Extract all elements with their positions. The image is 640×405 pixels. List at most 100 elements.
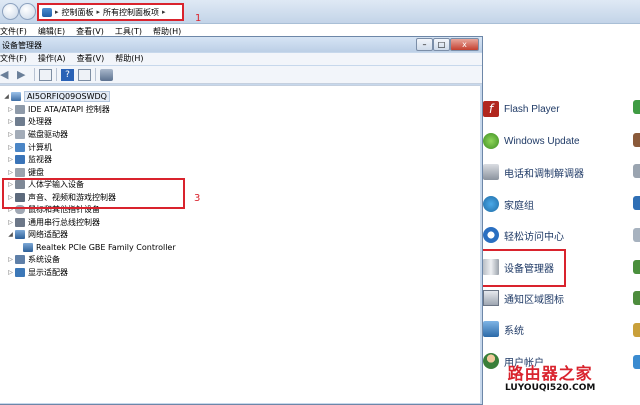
user-accounts-icon bbox=[483, 353, 499, 369]
tree-root[interactable]: ◢ AI5ORFIQ09OSWDQ bbox=[3, 90, 110, 102]
device-tree: ◢ AI5ORFIQ09OSWDQ ▷ IDE ATA/ATAPI 控制器 ▷ … bbox=[0, 85, 480, 403]
ide-controller-icon bbox=[15, 104, 25, 114]
scan-hardware-icon[interactable] bbox=[100, 68, 113, 81]
homegroup-icon bbox=[483, 196, 499, 212]
cp-item-homegroup[interactable]: 家庭组 bbox=[483, 193, 534, 215]
expand-icon[interactable]: ▷ bbox=[7, 256, 14, 263]
partial-item-icon bbox=[633, 196, 640, 210]
windows-update-icon bbox=[483, 133, 499, 149]
display-adapter-icon bbox=[15, 267, 25, 277]
system-device-icon bbox=[15, 254, 25, 264]
back-button[interactable] bbox=[2, 3, 19, 20]
expand-icon[interactable]: ▷ bbox=[7, 144, 14, 151]
device-manager-window: 设备管理器 – □ x 文件(F) 操作(A) 查看(V) 帮助(H) ◀ ▶ … bbox=[0, 36, 483, 405]
usb-controller-icon bbox=[15, 217, 25, 227]
window-title: 设备管理器 bbox=[2, 41, 42, 50]
expand-icon[interactable]: ▷ bbox=[7, 169, 14, 176]
partial-item-icon bbox=[633, 323, 640, 337]
breadcrumb-separator-icon[interactable]: ▸ bbox=[55, 8, 59, 16]
annotation-3: 3 bbox=[194, 193, 201, 204]
cp-item-notification-area[interactable]: 通知区域图标 bbox=[483, 287, 564, 309]
breadcrumb-item-all-items[interactable]: 所有控制面板项 bbox=[103, 7, 159, 18]
menu-view[interactable]: 查看(V) bbox=[77, 53, 105, 65]
partial-item-icon bbox=[633, 260, 640, 274]
menu-file[interactable]: 文件(F) bbox=[0, 53, 27, 65]
computer-icon bbox=[11, 91, 21, 101]
expand-icon[interactable]: ▷ bbox=[7, 106, 14, 113]
tree-item-label: 通用串行总线控制器 bbox=[28, 217, 100, 227]
disk-drive-icon bbox=[15, 129, 25, 139]
tree-item[interactable]: ▷ 系统设备 bbox=[7, 253, 60, 265]
expand-icon[interactable]: ▷ bbox=[7, 219, 14, 226]
collapse-icon[interactable]: ◢ bbox=[7, 231, 14, 238]
tree-item[interactable]: ▷ 处理器 bbox=[7, 115, 52, 127]
system-icon bbox=[483, 321, 499, 337]
properties-icon[interactable] bbox=[39, 68, 52, 81]
cp-item-system[interactable]: 系统 bbox=[483, 318, 524, 340]
annotation-1: 1 bbox=[195, 13, 202, 24]
expand-icon[interactable]: ▷ bbox=[7, 269, 14, 276]
expand-icon[interactable]: ▷ bbox=[7, 156, 14, 163]
minimize-button[interactable]: – bbox=[416, 38, 433, 51]
tree-item-label: 显示适配器 bbox=[28, 267, 68, 277]
cp-item-flash-player[interactable]: f Flash Player bbox=[483, 98, 560, 120]
tree-item-label: 系统设备 bbox=[28, 254, 60, 264]
help-icon[interactable]: ? bbox=[61, 68, 74, 81]
expand-icon[interactable]: ▷ bbox=[7, 118, 14, 125]
tree-item[interactable]: ▷ 计算机 bbox=[7, 141, 52, 153]
forward-arrow-icon[interactable]: ▶ bbox=[17, 68, 30, 81]
toolbar-divider bbox=[95, 68, 96, 81]
toolbar-divider bbox=[34, 68, 35, 81]
root-label: AI5ORFIQ09OSWDQ bbox=[24, 90, 110, 102]
tree-item[interactable]: ▷ 显示适配器 bbox=[7, 266, 68, 278]
breadcrumb-item-control-panel[interactable]: 控制面板 bbox=[62, 7, 94, 18]
menu-help[interactable]: 帮助(H) bbox=[115, 53, 143, 65]
tree-item-network-adapters[interactable]: ◢ 网络适配器 bbox=[7, 228, 68, 240]
tree-item[interactable]: ▷ 键盘 bbox=[7, 166, 44, 178]
cp-item-label: 电话和调制解调器 bbox=[504, 168, 584, 180]
watermark: 路由器之家 LUYOUQI520.COM bbox=[505, 365, 595, 394]
tree-item[interactable]: ▷ IDE ATA/ATAPI 控制器 bbox=[7, 103, 110, 115]
control-panel-items: f Flash Player Windows Update 电话和调制解调器 家… bbox=[483, 40, 640, 405]
cp-item-label: 家庭组 bbox=[504, 200, 534, 212]
watermark-url: LUYOUQI520.COM bbox=[505, 383, 596, 393]
forward-button[interactable] bbox=[19, 3, 36, 20]
phone-modem-icon bbox=[483, 164, 499, 180]
cp-item-ease-of-access[interactable]: 轻松访问中心 bbox=[483, 224, 564, 246]
show-window-icon[interactable] bbox=[78, 68, 91, 81]
partial-item-icon bbox=[633, 291, 640, 305]
breadcrumb[interactable]: ▸ 控制面板 ▸ 所有控制面板项 ▸ bbox=[37, 3, 184, 21]
toolbar-divider bbox=[56, 68, 57, 81]
tree-item-label: 监视器 bbox=[28, 154, 52, 164]
ease-of-access-icon bbox=[483, 227, 499, 243]
breadcrumb-separator-icon[interactable]: ▸ bbox=[162, 8, 166, 16]
tree-item-label: IDE ATA/ATAPI 控制器 bbox=[28, 104, 110, 114]
tree-item-label: 键盘 bbox=[28, 167, 44, 177]
flash-icon: f bbox=[483, 101, 499, 117]
tree-item-realtek[interactable]: Realtek PCIe GBE Family Controller bbox=[22, 241, 176, 253]
network-card-icon bbox=[23, 242, 33, 252]
network-adapter-icon bbox=[15, 229, 25, 239]
menu-action[interactable]: 操作(A) bbox=[38, 53, 66, 65]
cp-item-windows-update[interactable]: Windows Update bbox=[483, 130, 580, 152]
partial-item-icon bbox=[633, 228, 640, 242]
cp-item-phone-modem[interactable]: 电话和调制解调器 bbox=[483, 161, 584, 183]
title-bar[interactable]: 设备管理器 – □ x bbox=[0, 37, 482, 52]
tree-item[interactable]: ▷ 磁盘驱动器 bbox=[7, 128, 68, 140]
breadcrumb-separator-icon[interactable]: ▸ bbox=[97, 8, 101, 16]
close-button[interactable]: x bbox=[450, 38, 479, 51]
cp-item-label: 系统 bbox=[504, 325, 524, 337]
address-bar: ▸ 控制面板 ▸ 所有控制面板项 ▸ 1 bbox=[0, 0, 640, 24]
processor-icon bbox=[15, 116, 25, 126]
toolbar: ◀ ▶ ? bbox=[0, 66, 482, 84]
tree-item-label: Realtek PCIe GBE Family Controller bbox=[36, 242, 176, 252]
tree-item[interactable]: ▷ 监视器 bbox=[7, 153, 52, 165]
collapse-icon[interactable]: ◢ bbox=[3, 93, 10, 100]
back-arrow-icon[interactable]: ◀ bbox=[0, 68, 13, 81]
maximize-button[interactable]: □ bbox=[433, 38, 450, 51]
expand-icon[interactable]: ▷ bbox=[7, 131, 14, 138]
tree-item[interactable]: ▷ 通用串行总线控制器 bbox=[7, 216, 100, 228]
partial-item-icon bbox=[633, 355, 640, 369]
tree-item-label: 磁盘驱动器 bbox=[28, 129, 68, 139]
computer-icon bbox=[15, 142, 25, 152]
